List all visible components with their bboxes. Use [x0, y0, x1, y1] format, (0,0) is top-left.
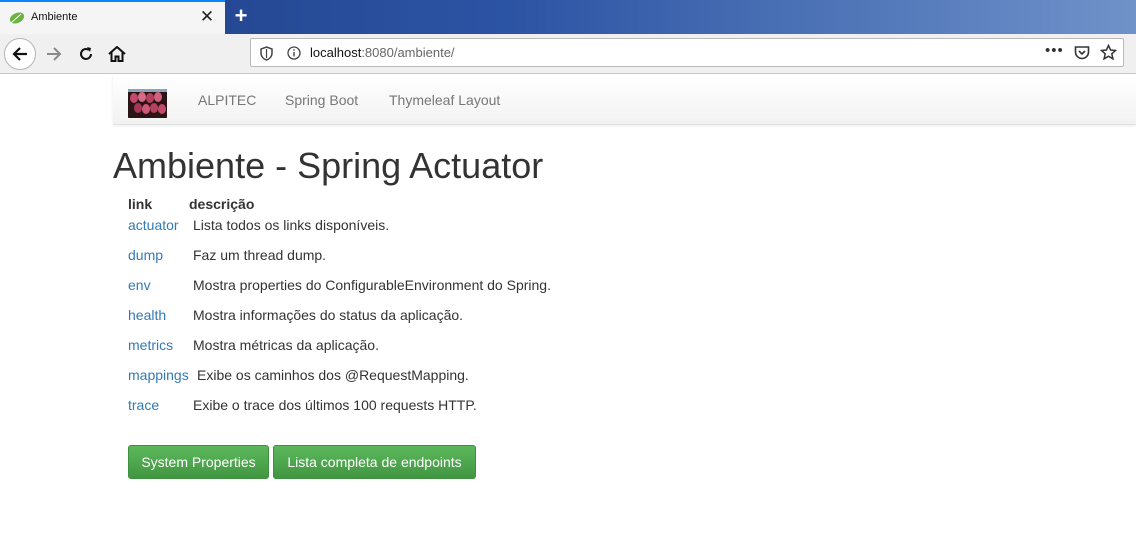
url-path: :8080/ambiente/	[361, 45, 455, 60]
forward-arrow-icon	[47, 47, 62, 61]
endpoint-link[interactable]: health	[128, 307, 166, 323]
endpoint-description: Mostra properties do ConfigurableEnviron…	[193, 277, 551, 293]
endpoint-description: Exibe os caminhos dos @RequestMapping.	[197, 367, 469, 383]
site-navbar: ALPITEC Spring Boot Thymeleaf Layout	[113, 75, 1136, 125]
header-link: link	[128, 196, 153, 212]
home-button[interactable]	[101, 38, 133, 70]
all-endpoints-button[interactable]: Lista completa de endpoints	[273, 445, 476, 479]
nav-link-thymeleaf-layout[interactable]: Thymeleaf Layout	[389, 92, 500, 108]
shield-icon[interactable]	[260, 46, 273, 64]
endpoint-link[interactable]: env	[128, 277, 151, 293]
browser-toolbar: localhost:8080/ambiente/ •••	[0, 34, 1136, 74]
nav-link-alpitec[interactable]: ALPITEC	[198, 92, 256, 108]
tab-title: Ambiente	[31, 11, 78, 23]
nav-link-spring-boot[interactable]: Spring Boot	[285, 92, 358, 108]
page-content: ALPITEC Spring Boot Thymeleaf Layout Amb…	[0, 75, 1136, 552]
url-bar[interactable]: localhost:8080/ambiente/ •••	[250, 38, 1124, 67]
endpoint-description: Mostra informações do status da aplicaçã…	[193, 307, 464, 323]
system-properties-button[interactable]: System Properties	[128, 445, 269, 479]
url-host: localhost	[310, 45, 362, 60]
url-text[interactable]: localhost:8080/ambiente/	[310, 45, 455, 60]
endpoint-description: Mostra métricas da aplicação.	[193, 337, 379, 353]
header-description: descrição	[189, 196, 255, 212]
endpoint-link[interactable]: actuator	[128, 217, 179, 233]
back-button[interactable]	[4, 38, 36, 70]
endpoint-link[interactable]: trace	[128, 397, 159, 413]
brand-logo-image[interactable]	[128, 89, 167, 118]
endpoint-description: Lista todos os links disponíveis.	[193, 217, 390, 233]
endpoint-link[interactable]: mappings	[128, 367, 189, 383]
page-title: Ambiente - Spring Actuator	[113, 145, 544, 186]
reload-icon	[80, 47, 92, 60]
browser-tab[interactable]: Ambiente ✕	[0, 0, 225, 34]
endpoint-link[interactable]: metrics	[128, 337, 173, 353]
info-icon[interactable]	[287, 46, 301, 63]
endpoint-link[interactable]: dump	[128, 247, 163, 263]
endpoint-description: Exibe o trace dos últimos 100 requests H…	[193, 397, 477, 413]
pocket-icon[interactable]	[1074, 45, 1090, 63]
bookmark-star-icon[interactable]	[1099, 43, 1118, 64]
forward-button[interactable]	[38, 38, 70, 70]
page-actions-menu-icon[interactable]: •••	[1045, 42, 1064, 59]
spring-leaf-icon	[9, 11, 25, 25]
reload-button[interactable]	[70, 38, 102, 70]
back-arrow-icon	[12, 47, 27, 61]
home-icon	[108, 46, 126, 62]
tab-strip: Ambiente ✕ +	[0, 0, 1136, 34]
new-tab-button[interactable]: +	[228, 3, 254, 29]
tab-close-button[interactable]: ✕	[198, 6, 216, 28]
endpoint-description: Faz um thread dump.	[193, 247, 327, 263]
